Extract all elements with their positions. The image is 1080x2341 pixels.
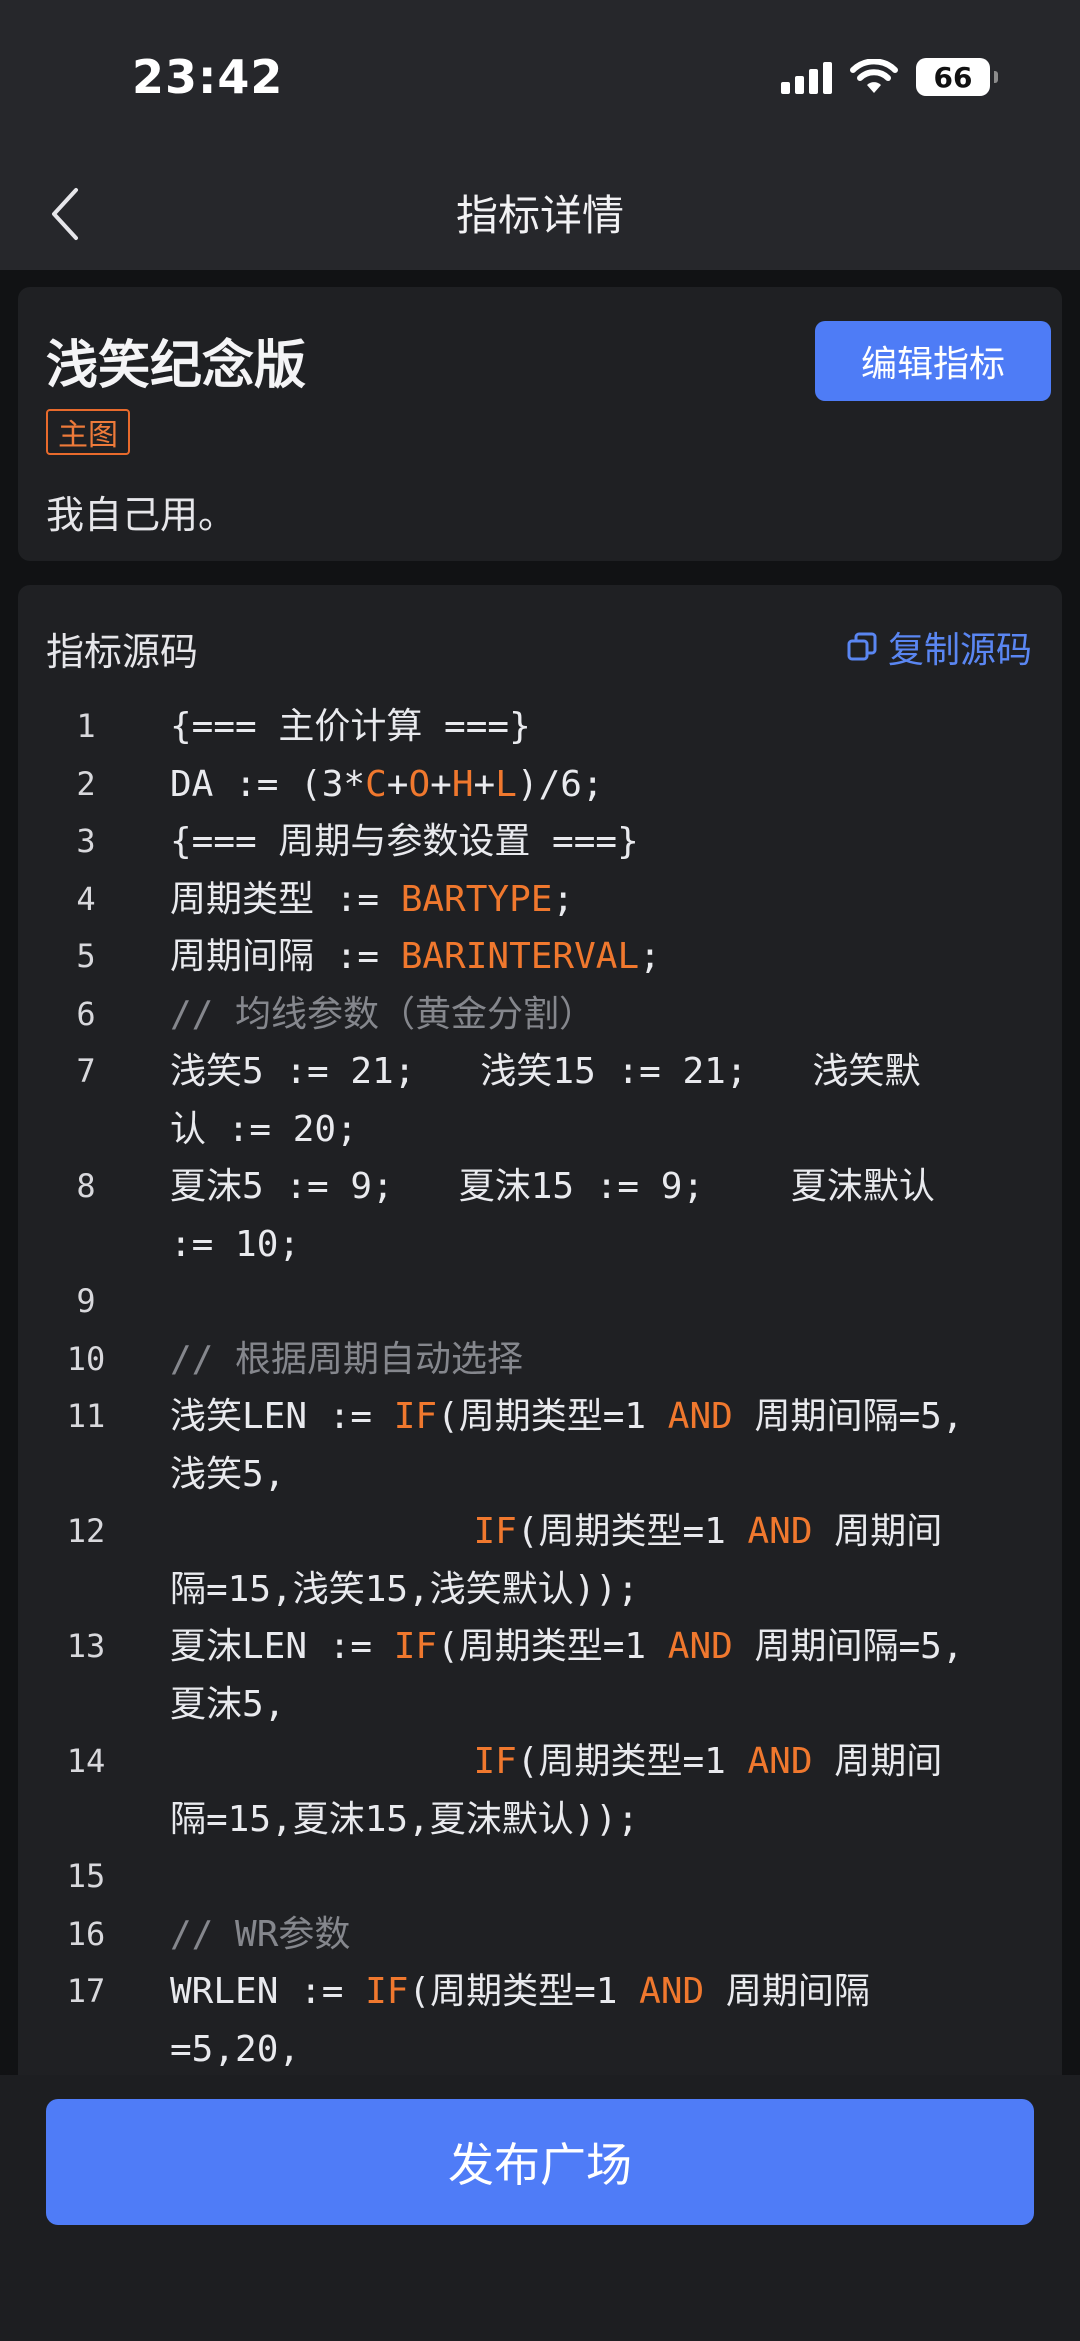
status-bar: 23:42 66	[0, 0, 1080, 160]
code-line: 8 夏沫5 := 9; 夏沫15 := 9; 夏沫默认 := 10;	[18, 1158, 1062, 1273]
copy-icon	[847, 632, 877, 661]
line-number: 5	[76, 937, 96, 975]
code-text: 浅笑5,	[170, 1453, 286, 1495]
code-line: 14 IF(周期类型=1 AND 周期间隔=15,夏沫15,夏沫默认));	[18, 1733, 1062, 1848]
copy-source-button[interactable]: 复制源码	[846, 621, 1032, 673]
indicator-title: 浅笑纪念版	[46, 336, 307, 396]
code-line: 15	[18, 1848, 1062, 1906]
edit-indicator-button[interactable]: 编辑指标	[815, 321, 1051, 401]
publish-button[interactable]: 发布广场	[46, 2099, 1034, 2225]
source-code-card: 指标源码 复制源码 1 {=== 主价计算 ===} 2 DA := (3*C+O+H…	[18, 585, 1062, 2085]
line-number: 17	[66, 1972, 106, 2010]
indicator-tag: 主图	[46, 409, 130, 455]
code-line: 16 // WR参数	[18, 1906, 1062, 1964]
code-text: 隔=15,夏沫15,夏沫默认));	[170, 1798, 639, 1840]
line-number: 4	[76, 879, 96, 918]
code-line: 7 浅笑5 := 21; 浅笑15 := 21; 浅笑默认 := 20;	[18, 1043, 1062, 1158]
code-line: 6 // 均线参数（黄金分割）	[18, 986, 1062, 1044]
wifi-icon	[850, 59, 898, 93]
code-line: 10 // 根据周期自动选择	[18, 1331, 1062, 1389]
status-time: 23:42	[132, 50, 284, 104]
code-line: 3 {=== 周期与参数设置 ===}	[18, 813, 1062, 871]
code-text: 周期间隔 := BARINTERVAL;	[170, 936, 661, 977]
code-line: 5 周期间隔 := BARINTERVAL;	[18, 928, 1062, 986]
code-text: =5,20,	[170, 2028, 301, 2070]
line-number: 1	[76, 707, 96, 745]
line-number: 15	[66, 1857, 106, 1895]
code-text: {=== 主价计算 ===}	[170, 706, 531, 747]
copy-source-label: 复制源码	[887, 630, 1032, 671]
line-number: 11	[66, 1397, 106, 1435]
code-text: := 10;	[170, 1223, 301, 1265]
nav-bar: 指标详情	[0, 160, 1080, 270]
page-title: 指标详情	[455, 191, 624, 240]
code-text: 夏沫5,	[170, 1683, 286, 1725]
indicator-info-card: 浅笑纪念版 编辑指标 主图 我自己用。	[18, 287, 1062, 561]
line-number: 13	[66, 1627, 106, 1665]
code-text: IF(周期类型=1 AND 周期间	[473, 1741, 943, 1782]
line-number: 10	[66, 1339, 106, 1378]
code-line: 11 浅笑LEN := IF(周期类型=1 AND 周期间隔=5, 浅笑5,	[18, 1388, 1062, 1503]
line-number: 9	[76, 1282, 96, 1320]
code-text: DA := (3*C+O+H+L)/6;	[170, 763, 604, 805]
code-text: WRLEN := IF(周期类型=1 AND 周期间隔	[170, 1971, 870, 2012]
line-number: 2	[76, 764, 96, 803]
line-number: 8	[76, 1167, 96, 1205]
signal-icon	[781, 60, 832, 94]
code-text: {=== 周期与参数设置 ===}	[170, 821, 639, 862]
code-text: 浅笑LEN := IF(周期类型=1 AND 周期间隔=5,	[170, 1396, 964, 1437]
bottom-bar: 发布广场	[0, 2075, 1080, 2341]
line-number: 14	[66, 1742, 106, 1780]
code-text: // 均线参数（黄金分割）	[170, 993, 596, 1035]
code-text: 夏沫LEN := IF(周期类型=1 AND 周期间隔=5,	[170, 1626, 964, 1667]
status-icons: 66	[781, 58, 998, 96]
code-line: 13 夏沫LEN := IF(周期类型=1 AND 周期间隔=5, 夏沫5,	[18, 1618, 1062, 1733]
line-number: 3	[76, 822, 96, 860]
line-number: 12	[66, 1512, 106, 1550]
line-number: 7	[76, 1052, 96, 1090]
indicator-description: 我自己用。	[46, 493, 237, 537]
code-line: 9	[18, 1273, 1062, 1331]
code-text: 隔=15,浅笑15,浅笑默认));	[170, 1568, 639, 1610]
code-line: 17 WRLEN := IF(周期类型=1 AND 周期间隔 =5,20,	[18, 1963, 1062, 2078]
code-text: 浅笑5 := 21; 浅笑15 := 21; 浅笑默	[170, 1051, 921, 1092]
code-line: 2 DA := (3*C+O+H+L)/6;	[18, 756, 1062, 814]
code-block: 1 {=== 主价计算 ===} 2 DA := (3*C+O+H+L)/6; 3 {==…	[18, 698, 1062, 2078]
code-text: // 根据周期自动选择	[170, 1338, 524, 1380]
code-text: 周期类型 := BARTYPE;	[170, 878, 575, 920]
code-text: IF(周期类型=1 AND 周期间	[473, 1511, 943, 1552]
code-line: 1 {=== 主价计算 ===}	[18, 698, 1062, 756]
code-text: 认 := 20;	[170, 1108, 358, 1150]
code-line: 4 周期类型 := BARTYPE;	[18, 871, 1062, 929]
code-line: 12 IF(周期类型=1 AND 周期间隔=15,浅笑15,浅笑默认));	[18, 1503, 1062, 1618]
line-number: 6	[76, 994, 96, 1033]
source-title: 指标源码	[46, 630, 199, 674]
line-number: 16	[66, 1914, 106, 1953]
code-text: 夏沫5 := 9; 夏沫15 := 9; 夏沫默认	[170, 1166, 935, 1207]
code-text: // WR参数	[170, 1913, 351, 1955]
battery-icon: 66	[916, 58, 998, 96]
